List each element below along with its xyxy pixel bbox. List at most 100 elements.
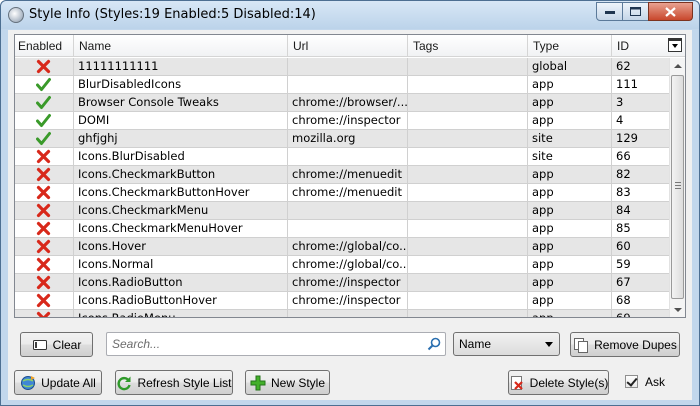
maximize-button[interactable]: [622, 2, 649, 21]
name-cell: Icons.CheckmarkButton: [74, 166, 288, 183]
tags-cell: [408, 310, 528, 317]
table-row[interactable]: BlurDisabledIcons app 111: [15, 76, 678, 94]
table-row[interactable]: Icons.CheckmarkMenuHover app 85: [15, 220, 678, 238]
column-header-type[interactable]: Type: [528, 35, 612, 57]
column-header-name[interactable]: Name: [74, 35, 288, 57]
refresh-label: Refresh Style List: [137, 375, 232, 390]
clear-icon: [32, 337, 48, 353]
disabled-x-icon[interactable]: [36, 311, 51, 318]
table-row[interactable]: DOMI chrome://inspector app 4: [15, 112, 678, 130]
tags-cell: [408, 130, 528, 147]
delete-document-icon: [509, 375, 525, 391]
disabled-x-icon[interactable]: [36, 185, 51, 200]
table-row[interactable]: Icons.Hover chrome://global/co... app 60: [15, 238, 678, 256]
delete-styles-button[interactable]: Delete Style(s): [508, 370, 609, 395]
name-cell: Icons.RadioButton: [74, 274, 288, 291]
column-header-enabled[interactable]: Enabled: [15, 35, 74, 57]
tags-cell: [408, 58, 528, 75]
column-picker-icon[interactable]: [668, 38, 682, 52]
ask-checkbox[interactable]: [625, 375, 638, 388]
scroll-up-arrow[interactable]: [670, 58, 685, 74]
table-row[interactable]: Icons.CheckmarkButton chrome://menuedit ap…: [15, 166, 678, 184]
enabled-cell[interactable]: [15, 58, 74, 75]
column-header-tags[interactable]: Tags: [408, 35, 528, 57]
remove-dupes-button[interactable]: Remove Dupes: [570, 332, 680, 357]
table-row[interactable]: Icons.BlurDisabled site 66: [15, 148, 678, 166]
enabled-cell[interactable]: [15, 148, 74, 165]
search-input[interactable]: [112, 336, 412, 352]
green-refresh-icon: [116, 375, 132, 391]
table-row[interactable]: Icons.RadioMenu app 69: [15, 310, 678, 318]
enabled-cell[interactable]: [15, 238, 74, 255]
enabled-check-icon[interactable]: [36, 95, 51, 110]
type-cell: app: [528, 292, 612, 309]
disabled-x-icon[interactable]: [36, 59, 51, 74]
url-cell: [288, 58, 408, 75]
disabled-x-icon[interactable]: [36, 239, 51, 254]
search-icon[interactable]: [427, 337, 441, 351]
enabled-cell[interactable]: [15, 310, 74, 318]
enabled-cell[interactable]: [15, 112, 74, 129]
vertical-scrollbar[interactable]: [669, 58, 685, 317]
tags-cell: [408, 238, 528, 255]
sort-field-select[interactable]: Name: [453, 332, 560, 356]
enabled-cell[interactable]: [15, 220, 74, 237]
enabled-cell[interactable]: [15, 94, 74, 111]
disabled-x-icon[interactable]: [36, 221, 51, 236]
new-style-label: New Style: [270, 375, 326, 390]
chevron-down-icon: [545, 342, 553, 347]
window-client-area: Enabled Name Url Tags Type ID 1111111111…: [8, 30, 692, 400]
table-row[interactable]: Icons.CheckmarkButtonHover chrome://menue…: [15, 184, 678, 202]
update-all-button[interactable]: Update All: [14, 370, 102, 395]
type-cell: app: [528, 166, 612, 183]
enabled-cell[interactable]: [15, 256, 74, 273]
name-cell: 11111111111: [74, 58, 288, 75]
close-button[interactable]: [648, 2, 693, 21]
table-row[interactable]: ghfjghj mozilla.org site 129: [15, 130, 678, 148]
table-row[interactable]: Browser Console Tweaks chrome://browser/.…: [15, 94, 678, 112]
close-icon: [665, 6, 676, 17]
table-row[interactable]: Icons.RadioButton chrome://inspector app 67: [15, 274, 678, 292]
disabled-x-icon[interactable]: [36, 203, 51, 218]
name-cell: Icons.RadioButtonHover: [74, 292, 288, 309]
new-style-button[interactable]: New Style: [245, 370, 330, 395]
scroll-down-arrow[interactable]: [670, 302, 685, 317]
enabled-check-icon[interactable]: [36, 131, 51, 146]
clear-button[interactable]: Clear: [20, 332, 93, 357]
type-cell: site: [528, 130, 612, 147]
enabled-cell[interactable]: [15, 292, 74, 309]
scroll-thumb[interactable]: [671, 75, 684, 299]
type-cell: app: [528, 310, 612, 317]
enabled-cell[interactable]: [15, 166, 74, 183]
tags-cell: [408, 184, 528, 201]
search-box[interactable]: [106, 332, 446, 356]
disabled-x-icon[interactable]: [36, 275, 51, 290]
name-cell: Icons.CheckmarkMenuHover: [74, 220, 288, 237]
url-cell: chrome://inspector: [288, 274, 408, 291]
table-row[interactable]: Icons.Normal chrome://global/co... app 59: [15, 256, 678, 274]
enabled-cell[interactable]: [15, 184, 74, 201]
disabled-x-icon[interactable]: [36, 167, 51, 182]
enabled-check-icon[interactable]: [36, 113, 51, 128]
refresh-style-list-button[interactable]: Refresh Style List: [115, 370, 233, 395]
disabled-x-icon[interactable]: [36, 149, 51, 164]
disabled-x-icon[interactable]: [36, 293, 51, 308]
disabled-x-icon[interactable]: [36, 257, 51, 272]
enabled-cell[interactable]: [15, 202, 74, 219]
minimize-button[interactable]: [596, 2, 623, 21]
tags-cell: [408, 148, 528, 165]
table-row[interactable]: Icons.CheckmarkMenu app 84: [15, 202, 678, 220]
enabled-check-icon[interactable]: [36, 77, 51, 92]
url-cell: [288, 220, 408, 237]
app-icon[interactable]: [8, 7, 24, 23]
enabled-cell[interactable]: [15, 130, 74, 147]
name-cell: Icons.RadioMenu: [74, 310, 288, 317]
styles-table[interactable]: Enabled Name Url Tags Type ID 1111111111…: [14, 34, 686, 318]
table-row[interactable]: Icons.RadioButtonHover chrome://inspector…: [15, 292, 678, 310]
table-row[interactable]: 11111111111 global 62: [15, 58, 678, 76]
column-header-url[interactable]: Url: [288, 35, 408, 57]
window-title: Style Info (Styles:19 Enabled:5 Disabled…: [29, 7, 316, 22]
enabled-cell[interactable]: [15, 76, 74, 93]
title-bar[interactable]: Style Info (Styles:19 Enabled:5 Disabled…: [1, 1, 699, 29]
enabled-cell[interactable]: [15, 274, 74, 291]
